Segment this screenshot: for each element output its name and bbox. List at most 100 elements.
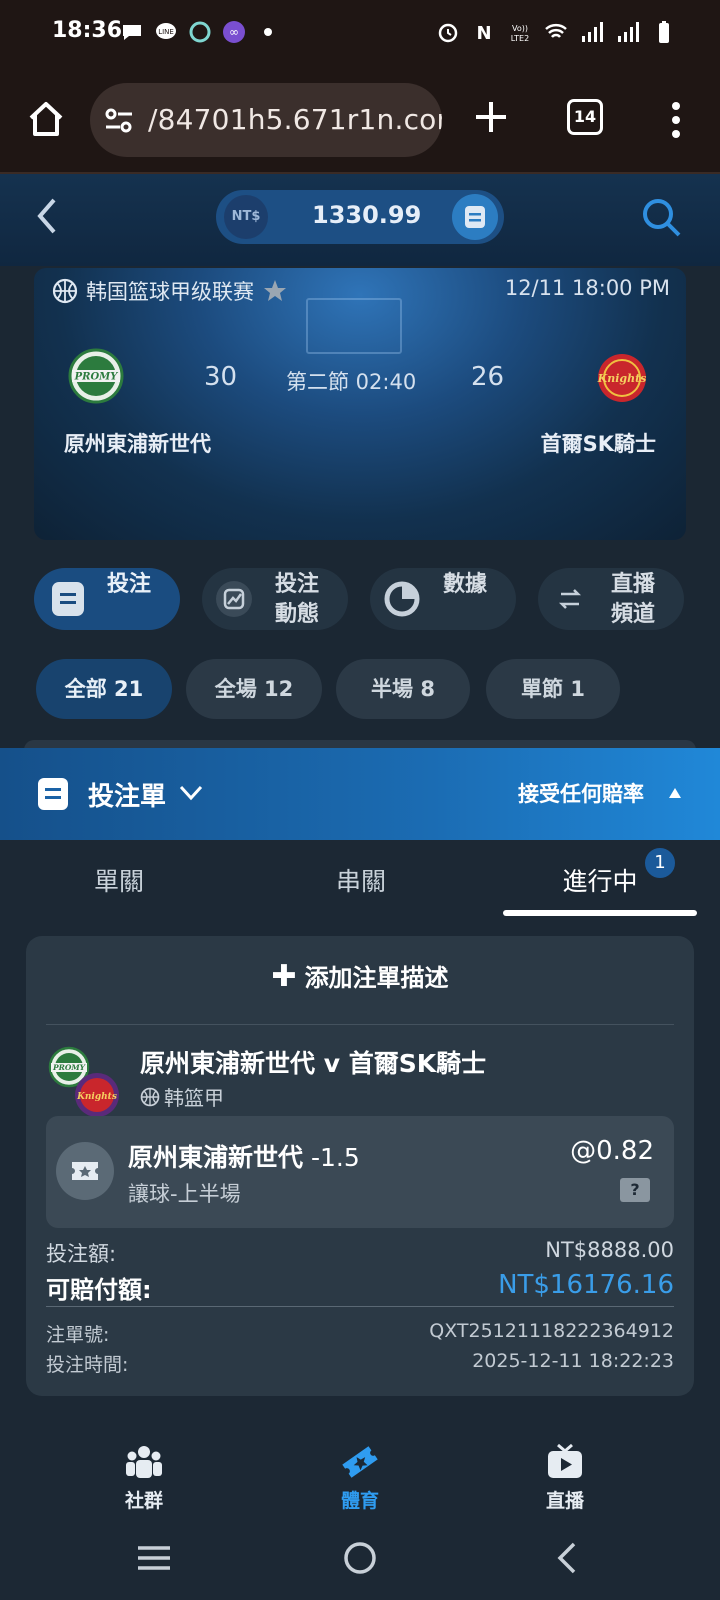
bet-slip-title: 投注單	[88, 782, 167, 812]
basketball-icon	[52, 278, 78, 304]
caret-up-icon[interactable]	[668, 787, 682, 799]
bet-time-value: 2025-12-11 18:22:23	[472, 1350, 674, 1372]
signal-icon-2	[618, 22, 639, 42]
svg-text:PROMY: PROMY	[74, 372, 119, 383]
pie-chart-icon	[384, 581, 420, 617]
new-tab-icon[interactable]	[472, 98, 510, 136]
status-time: 18:36	[52, 18, 123, 43]
away-team-name: 首爾SK騎士	[540, 432, 656, 456]
browser-toolbar: /84701h5.671r1n.com 14	[0, 66, 720, 174]
filter-half[interactable]: 半場 8	[336, 659, 470, 719]
nav-live[interactable]: 直播	[505, 1442, 625, 1513]
tab-bet-activity-label: 投注動態	[274, 572, 319, 627]
community-icon	[126, 1446, 162, 1478]
ticket-number-value: QXT25121118222364912	[429, 1320, 674, 1342]
league-row: 韩国篮球甲级联赛	[52, 276, 288, 306]
nfc-icon: N	[476, 23, 491, 44]
bet-selection: 原州東浦新世代 -1.5 讓球-上半場 @0.82 ?	[46, 1116, 674, 1228]
filter-quarter[interactable]: 單節 1	[486, 659, 620, 719]
stake-label: 投注額:	[46, 1242, 117, 1266]
hoop-background	[306, 298, 402, 354]
svg-text:LTE2: LTE2	[511, 34, 529, 43]
filter-all[interactable]: 全部 21	[36, 659, 172, 719]
stake-value: NT$8888.00	[545, 1238, 674, 1262]
match-period-clock: 第二節 02:40	[286, 370, 417, 394]
nav-sports[interactable]: 體育	[300, 1442, 420, 1513]
home-score: 30	[204, 362, 238, 392]
balance-pill[interactable]: NT$ 1330.99	[216, 190, 504, 244]
nav-community[interactable]: 社群	[84, 1442, 204, 1513]
app-header: NT$ 1330.99	[0, 174, 720, 266]
balance-amount: 1330.99	[312, 201, 422, 229]
active-tab-indicator	[503, 910, 697, 916]
system-navigation-bar	[0, 1516, 720, 1600]
payout-value: NT$16176.16	[498, 1270, 674, 1300]
bet-league-name: 韩篮甲	[164, 1086, 224, 1110]
add-bet-description-button[interactable]: ✚ 添加注單描述	[26, 958, 694, 994]
svg-text:∞: ∞	[229, 25, 239, 39]
odds-value: @0.82	[570, 1136, 654, 1166]
away-score: 26	[471, 362, 505, 392]
nav-sports-label: 體育	[340, 1490, 379, 1512]
trend-chart-icon	[216, 581, 252, 617]
volte-icon: Vo))LTE2	[511, 24, 529, 43]
sports-ticket-icon	[342, 1446, 378, 1478]
live-tv-icon	[548, 1443, 582, 1478]
status-bar: 18:36 LINE ∞ N Vo)) LTE2	[0, 0, 720, 66]
away-team-mini-logo: Knights	[75, 1073, 119, 1117]
search-icon[interactable]	[640, 196, 682, 238]
chevron-down-icon[interactable]	[178, 782, 204, 804]
divider	[46, 1024, 674, 1025]
tab-parlay[interactable]: 串關	[266, 862, 456, 898]
home-team-logo: PROMY	[68, 348, 124, 404]
ticket-icon	[56, 1142, 114, 1200]
svg-text:PROMY: PROMY	[52, 1063, 86, 1072]
tab-single[interactable]: 單關	[24, 862, 214, 898]
away-team-logo: Knights	[597, 354, 647, 402]
match-datetime: 12/11 18:00 PM	[504, 276, 670, 300]
currency-badge: NT$	[224, 195, 268, 239]
bet-slip-icon	[38, 778, 68, 810]
basketball-icon	[140, 1087, 160, 1106]
tab-live-channel[interactable]: 直播頻道	[538, 568, 684, 630]
recent-apps-icon[interactable]	[132, 1536, 176, 1580]
home-team-name: 原州東浦新世代	[64, 432, 211, 456]
bet-match-title: 原州東浦新世代 v 首爾SK騎士	[140, 1049, 487, 1078]
tab-switcher-button[interactable]: 14	[567, 99, 603, 135]
market-name: 讓球-上半場	[128, 1182, 241, 1206]
site-settings-icon[interactable]	[104, 108, 134, 134]
match-card: 韩国篮球甲级联赛 12/11 18:00 PM PROMY Knights 30…	[34, 268, 686, 540]
tab-bet[interactable]: 投注	[34, 568, 180, 630]
url-bar[interactable]: /84701h5.671r1n.com	[90, 83, 442, 157]
back-arrow-icon[interactable]	[32, 196, 62, 236]
infinity-app-icon: ∞	[223, 21, 245, 43]
home-circle-icon[interactable]	[338, 1536, 382, 1580]
swap-arrows-icon	[552, 581, 588, 617]
battery-icon	[659, 21, 669, 43]
tab-bet-activity[interactable]: 投注動態	[202, 568, 348, 630]
tab-stats[interactable]: 數據	[370, 568, 516, 630]
favorite-star-icon[interactable]	[262, 278, 288, 304]
bottom-navigation: 社群 體育 直播	[0, 1412, 720, 1516]
chat-bubble-icon	[123, 25, 141, 40]
bet-slip-header[interactable]: 投注單 接受任何賠率	[0, 748, 720, 840]
back-nav-icon[interactable]	[546, 1536, 590, 1580]
nav-community-label: 社群	[124, 1490, 163, 1512]
payout-label: 可賠付額:	[46, 1276, 152, 1304]
bet-slip-body: 單關 串關 進行中 1 ✚ 添加注單描述 PROMY Knights 原州東浦新世…	[0, 840, 720, 1412]
filter-full-game[interactable]: 全場 12	[186, 659, 322, 719]
help-button[interactable]: ?	[620, 1178, 650, 1202]
accept-any-odds[interactable]: 接受任何賠率	[518, 778, 644, 808]
in-progress-count-badge: 1	[643, 846, 677, 880]
bet-slip-icon[interactable]	[452, 194, 498, 240]
selection-text: 原州東浦新世代 -1.5	[128, 1143, 360, 1172]
app-notification-icon	[189, 21, 211, 43]
plus-icon: ✚	[271, 959, 297, 994]
svg-text:Knights: Knights	[597, 372, 647, 385]
bet-ticket-card: ✚ 添加注單描述 PROMY Knights 原州東浦新世代 v 首爾SK騎士 韩…	[26, 936, 694, 1396]
ticket-number-label: 注單號:	[46, 1324, 110, 1346]
bet-time-label: 投注時間:	[46, 1354, 129, 1376]
more-menu-icon[interactable]	[664, 100, 688, 140]
nav-live-label: 直播	[545, 1490, 584, 1512]
home-icon[interactable]	[26, 99, 66, 139]
